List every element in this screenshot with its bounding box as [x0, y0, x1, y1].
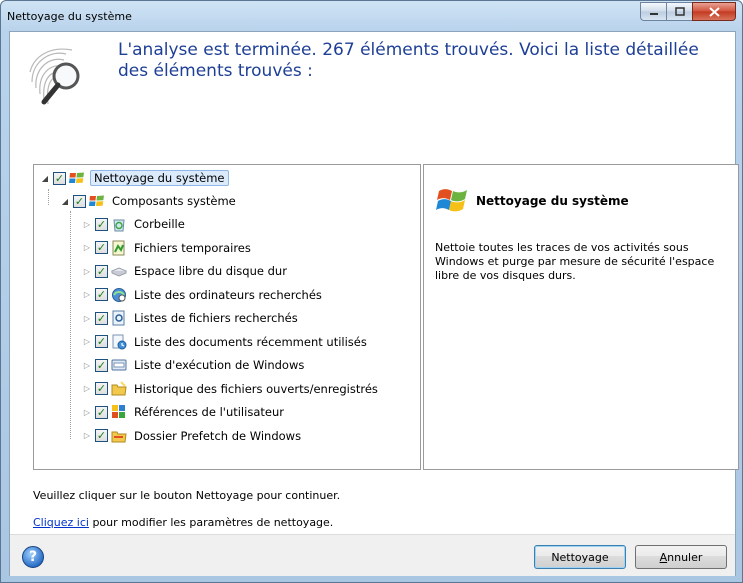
item-checkbox[interactable]: ✓	[95, 382, 108, 395]
instruction-text: Veuillez cliquer sur le bouton Nettoyage…	[33, 489, 341, 502]
expand-arrow-icon[interactable]: ▷	[82, 337, 92, 347]
item-checkbox[interactable]: ✓	[95, 311, 108, 325]
expand-arrow-icon[interactable]: ▷	[82, 384, 92, 394]
item-checkbox[interactable]: ✓	[53, 171, 66, 185]
windows-flag-icon	[436, 189, 467, 212]
temp-files-icon	[111, 240, 127, 256]
magnifier-fingerprint-icon	[29, 48, 80, 105]
cancel-button[interactable]: Annuler	[635, 545, 727, 569]
item-checkbox[interactable]: ✓	[95, 429, 108, 442]
file-search-icon	[111, 310, 127, 326]
item-checkbox[interactable]: ✓	[95, 241, 108, 254]
item-checkbox[interactable]: ✓	[95, 288, 108, 301]
tree-connector	[48, 189, 49, 205]
dialog-window: Nettoyage du système L'analyse est termi…	[0, 0, 743, 583]
item-checkbox[interactable]: ✓	[95, 264, 108, 278]
tree-item[interactable]: ▷ ✓ Liste des ordinateurs recherchés	[82, 284, 324, 306]
tree-item-label: Références de l'utilisateur	[134, 405, 284, 419]
recycle-bin-icon	[111, 216, 127, 232]
computer-search-icon	[111, 287, 127, 303]
title-bar[interactable]: Nettoyage du système	[1, 1, 742, 31]
expand-arrow-icon[interactable]: ▷	[82, 243, 92, 253]
minimize-icon	[649, 12, 658, 15]
window-controls	[640, 2, 736, 21]
tree-item-label: Historique des fichiers ouverts/enregist…	[134, 381, 378, 396]
item-checkbox[interactable]: ✓	[73, 194, 86, 208]
tree-item-label: Dossier Prefetch de Windows	[134, 428, 302, 443]
cancel-accel: A	[659, 550, 668, 564]
windows-flag-icon	[89, 193, 105, 209]
run-list-icon	[111, 357, 127, 373]
expand-arrow-icon[interactable]: ▷	[82, 266, 92, 276]
maximize-icon	[674, 7, 685, 16]
dialog-content: L'analyse est terminée. 267 éléments tro…	[9, 31, 739, 576]
expand-arrow-icon[interactable]: ▷	[82, 407, 92, 417]
tree-item-label: Corbeille	[134, 217, 185, 231]
item-checkbox[interactable]: ✓	[95, 217, 108, 231]
item-checkbox[interactable]: ✓	[95, 335, 108, 348]
settings-link[interactable]: Cliquez ici	[33, 516, 89, 529]
page-heading: L'analyse est terminée. 267 éléments tro…	[118, 40, 699, 81]
tree-item[interactable]: ▷ ✓ Références de l'utilisateur	[82, 401, 286, 423]
tree-item[interactable]: ▷ ✓ Listes de fichiers recherchés	[82, 307, 300, 329]
tree-item-label: Liste des ordinateurs recherchés	[134, 287, 322, 302]
info-title: Nettoyage du système	[476, 194, 629, 208]
tree-item[interactable]: ▷ ✓ Fichiers temporaires	[82, 237, 253, 259]
minimize-button[interactable]	[640, 2, 666, 21]
tree-group-system-components[interactable]: ◢ ✓ Composants système	[60, 190, 238, 212]
collapse-arrow-icon[interactable]: ◢	[40, 173, 50, 183]
expand-arrow-icon[interactable]: ▷	[82, 313, 92, 323]
info-pane: Nettoyage du système Nettoie toutes les …	[423, 164, 739, 470]
close-icon	[708, 6, 720, 17]
folder-history-icon	[111, 380, 127, 397]
expand-arrow-icon[interactable]: ▷	[82, 431, 92, 441]
cleanup-button[interactable]: Nettoyage	[534, 545, 626, 569]
tree-item-label: Espace libre du disque dur	[134, 264, 287, 278]
expand-arrow-icon[interactable]: ▷	[82, 219, 92, 229]
tree-item-label: Listes de fichiers recherchés	[134, 311, 298, 325]
help-button[interactable]: ?	[22, 546, 44, 568]
cleanup-tree[interactable]: ◢ ✓ Nettoyage du système ◢ ✓ Composants systè…	[33, 164, 421, 470]
collapse-arrow-icon[interactable]: ◢	[60, 196, 70, 206]
item-checkbox[interactable]: ✓	[95, 358, 108, 372]
recent-documents-icon	[111, 334, 127, 350]
window-title: Nettoyage du système	[7, 10, 132, 23]
tree-item-label: Liste d'exécution de Windows	[134, 358, 305, 372]
user-references-icon	[111, 404, 127, 420]
settings-line-suffix: pour modifier les paramètres de nettoyag…	[88, 516, 334, 529]
info-description: Nettoie toutes les traces de vos activit…	[435, 241, 715, 282]
button-bar: ? Nettoyage Annuler	[10, 534, 735, 576]
item-checkbox[interactable]: ✓	[95, 405, 108, 419]
close-button[interactable]	[692, 2, 736, 21]
tree-item[interactable]: ▷ ✓ Dossier Prefetch de Windows	[82, 425, 303, 447]
tree-item[interactable]: ▷ ✓ Corbeille	[82, 213, 187, 235]
tree-connector	[70, 211, 71, 439]
cancel-rest: nnuler	[667, 550, 703, 564]
tree-item-label: Composants système	[112, 194, 236, 208]
help-icon: ?	[28, 549, 38, 565]
tree-root-system-cleanup[interactable]: ◢ ✓ Nettoyage du système	[40, 167, 229, 189]
settings-line: Cliquez ici pour modifier les paramètres…	[33, 516, 333, 529]
expand-arrow-icon[interactable]: ▷	[82, 360, 92, 370]
prefetch-folder-icon	[111, 428, 127, 444]
tree-item-label: Nettoyage du système	[90, 170, 229, 186]
tree-item[interactable]: ▷ ✓ Liste des documents récemment utilisés	[82, 331, 369, 353]
tree-item[interactable]: ▷ ✓ Espace libre du disque dur	[82, 260, 289, 282]
expand-arrow-icon[interactable]: ▷	[82, 290, 92, 300]
windows-flag-icon	[69, 170, 85, 186]
tree-item[interactable]: ▷ ✓ Historique des fichiers ouverts/enregi…	[82, 378, 380, 400]
tree-item[interactable]: ▷ ✓ Liste d'exécution de Windows	[82, 354, 306, 376]
maximize-button[interactable]	[666, 2, 692, 21]
tree-item-label: Liste des documents récemment utilisés	[134, 334, 367, 349]
tree-item-label: Fichiers temporaires	[134, 240, 251, 255]
hard-disk-icon	[110, 263, 128, 279]
